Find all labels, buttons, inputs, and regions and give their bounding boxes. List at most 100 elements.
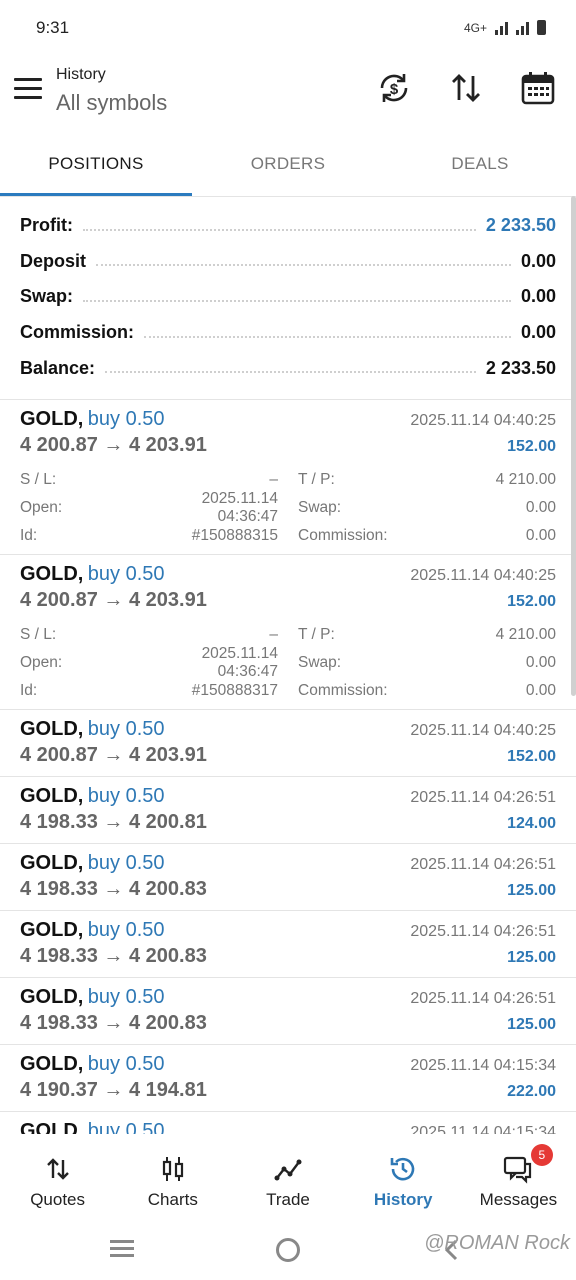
status-bar: 9:31 4G+ [0,0,576,56]
balance-value: 2 233.50 [485,357,556,378]
position-time: 2025.11.14 04:15:34 [410,1057,556,1074]
position-row[interactable]: GOLD, buy 0.50 2025.11.14 04:26:51 4 198… [0,911,576,978]
position-side: buy 0.50 [87,408,165,430]
profit-value: 2 233.50 [485,215,556,236]
tab-orders[interactable]: ORDERS [192,136,384,196]
sort-icon[interactable] [448,70,484,106]
position-side: buy 0.50 [87,785,165,807]
position-time: 2025.11.14 04:40:25 [410,567,556,584]
position-symbol: GOLD, [20,1053,84,1075]
swap-value: 0.00 [520,286,556,307]
position-prices: 4 200.87 → 4 203.91 [20,434,207,456]
system-nav-bar: @ROMAN Rock [0,1220,576,1280]
nav-label: Messages [479,1190,558,1209]
dotted-leader [105,371,476,374]
menu-icon[interactable] [14,78,42,102]
commission-value: 0.00 [525,527,556,544]
position-symbol: GOLD, [20,1120,84,1134]
position-side: buy 0.50 [87,919,165,941]
summary-swap-row: Swap: 0.00 [0,279,576,315]
signal-icon [495,21,508,35]
position-profit: 222.00 [507,1083,556,1100]
history-tabs: POSITIONS ORDERS DEALS [0,136,576,196]
position-profit: 152.00 [507,593,556,610]
nav-history[interactable]: History [346,1134,461,1220]
position-row[interactable]: GOLD, buy 0.50 2025.11.14 04:40:25 4 200… [0,400,576,555]
charts-icon [162,1157,183,1181]
deposit-value: 0.00 [520,250,556,271]
position-profit: 152.00 [507,748,556,765]
symbol-filter[interactable]: All symbols [56,90,167,116]
dotted-leader [144,335,511,338]
currency-refresh-icon[interactable]: $ [376,70,412,106]
position-row[interactable]: GOLD, buy 0.50 2025.11.14 04:15:34 4 190… [0,1045,576,1112]
position-prices: 4 200.87 → 4 203.91 [20,589,207,611]
calendar-icon[interactable] [520,70,556,106]
scrollbar[interactable] [571,196,576,696]
position-time: 2025.11.14 04:26:51 [410,789,556,806]
tp-label: T / P: [298,471,335,488]
position-time: 2025.11.14 04:26:51 [410,923,556,940]
deposit-label: Deposit [20,250,87,271]
dotted-leader [96,264,511,267]
position-row[interactable]: GOLD, buy 0.50 2025.11.14 04:26:51 4 198… [0,777,576,844]
recents-icon[interactable] [110,1240,134,1260]
position-symbol: GOLD, [20,408,84,430]
position-prices: 4 198.33 → 4 200.83 [20,878,207,900]
status-time: 9:31 [36,18,70,37]
tp-value: 4 210.00 [495,471,556,488]
signal-icon [516,21,529,35]
nav-label: Quotes [30,1190,85,1209]
position-row[interactable]: GOLD, buy 0.50 2025.11.14 04:40:25 4 200… [0,555,576,710]
swap-value: 0.00 [525,654,556,671]
home-icon[interactable] [276,1238,300,1262]
tab-positions[interactable]: POSITIONS [0,136,192,196]
position-row[interactable]: GOLD, buy 0.50 2025.11.14 04:15:34 [0,1112,576,1134]
messages-icon [504,1156,532,1184]
account-summary: Profit: 2 233.50 Deposit 0.00 Swap: 0.00… [0,208,576,386]
bottom-nav: Quotes Charts Trade History 5 Messages [0,1134,576,1220]
nav-label: History [373,1190,433,1209]
tab-deals[interactable]: DEALS [384,136,576,196]
nav-charts[interactable]: Charts [115,1134,230,1220]
position-row[interactable]: GOLD, buy 0.50 2025.11.14 04:26:51 4 198… [0,844,576,911]
positions-list: GOLD, buy 0.50 2025.11.14 04:40:25 4 200… [0,400,576,1134]
id-value: #150888317 [191,682,278,699]
id-label: Id: [20,682,38,699]
summary-commission-row: Commission: 0.00 [0,315,576,351]
position-profit: 125.00 [507,1016,556,1033]
commission-label: Commission: [298,682,388,699]
position-row[interactable]: GOLD, buy 0.50 2025.11.14 04:40:25 4 200… [0,710,576,777]
swap-value: 0.00 [525,499,556,516]
position-prices: 4 198.33 → 4 200.83 [20,945,207,967]
sl-label: S / L: [20,471,57,488]
summary-deposit-row: Deposit 0.00 [0,244,576,280]
position-profit: 152.00 [507,438,556,455]
balance-label: Balance: [20,357,96,378]
trade-icon [274,1159,302,1181]
dotted-leader [83,299,511,302]
nav-quotes[interactable]: Quotes [0,1134,115,1220]
tp-value: 4 210.00 [495,626,556,643]
position-side: buy 0.50 [87,1053,165,1075]
nav-messages[interactable]: 5 Messages [461,1134,576,1220]
commission-label: Commission: [298,527,388,544]
open-label: Open: [20,654,63,671]
position-profit: 125.00 [507,949,556,966]
position-symbol: GOLD, [20,563,84,585]
dotted-leader [83,228,476,231]
position-row[interactable]: GOLD, buy 0.50 2025.11.14 04:26:51 4 198… [0,978,576,1045]
app-bar: History All symbols $ [0,56,576,136]
position-symbol: GOLD, [20,986,84,1008]
status-icons: 4G+ [464,20,546,35]
position-details: S / L: – T / P: 4 210.00 Open: 2025.11.1… [20,615,556,709]
sl-value: – [269,626,278,643]
commission-value: 0.00 [525,682,556,699]
position-prices: 4 198.33 → 4 200.81 [20,811,207,833]
nav-trade[interactable]: Trade [230,1134,345,1220]
position-symbol: GOLD, [20,852,84,874]
position-prices: 4 200.87 → 4 203.91 [20,744,207,766]
position-details: S / L: – T / P: 4 210.00 Open: 2025.11.1… [20,460,556,554]
watermark: @ROMAN Rock [424,1232,570,1254]
position-prices: 4 190.37 → 4 194.81 [20,1079,207,1101]
